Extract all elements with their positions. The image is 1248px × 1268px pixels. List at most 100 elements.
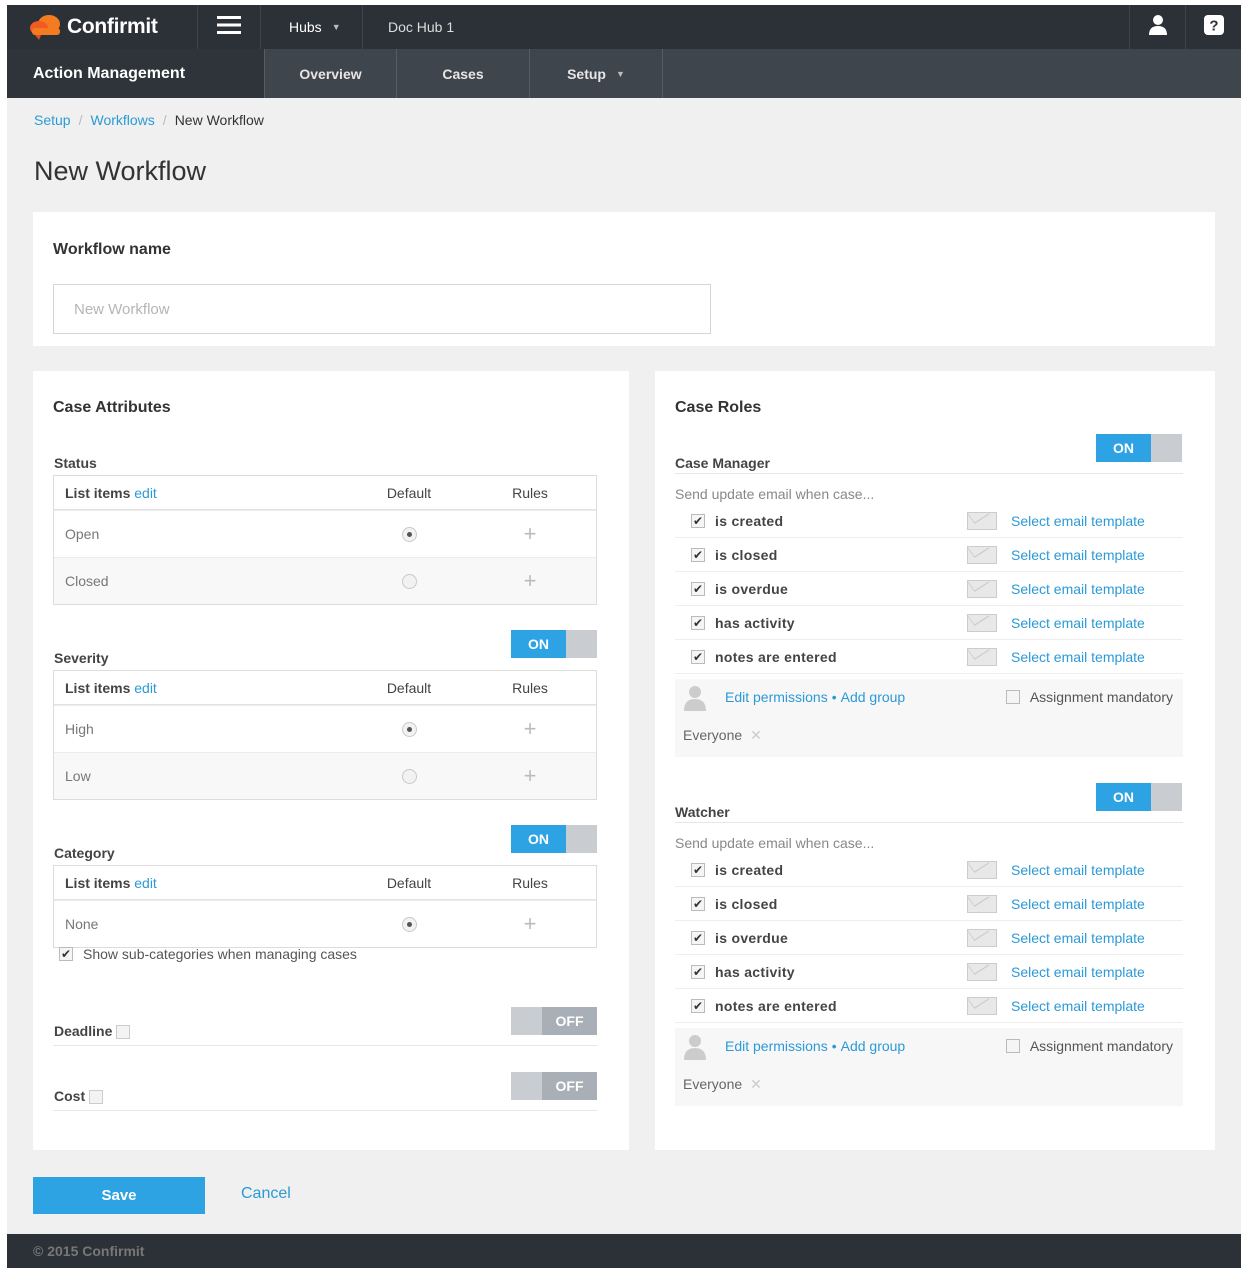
permission-links: Edit permissions • Add group: [725, 1038, 905, 1054]
toggle-state: ON: [511, 630, 566, 658]
default-radio[interactable]: [401, 526, 417, 542]
event-checkbox[interactable]: ✔: [691, 862, 705, 877]
module-title[interactable]: Action Management: [7, 49, 264, 98]
subcategories-label: Show sub-categories when managing cases: [83, 946, 357, 962]
table-row: Open +: [54, 510, 596, 557]
event-checkbox[interactable]: ✔: [691, 930, 705, 945]
edit-list-link[interactable]: edit: [134, 680, 157, 696]
severity-table: List items edit Default Rules High + Low…: [53, 670, 597, 800]
severity-name: Low: [65, 768, 91, 784]
list-item: ✔ is created Select email template: [675, 504, 1183, 538]
help-icon: ?: [1203, 14, 1224, 40]
select-email-template-link[interactable]: Select email template: [1011, 896, 1145, 912]
info-icon[interactable]: [116, 1025, 131, 1040]
event-label: is overdue: [715, 580, 789, 597]
menu-button[interactable]: [197, 5, 261, 49]
select-email-template-link[interactable]: Select email template: [1011, 998, 1145, 1014]
tab-setup[interactable]: Setup ▼: [530, 49, 663, 98]
breadcrumb-workflows[interactable]: Workflows: [90, 112, 154, 128]
select-email-template-link[interactable]: Select email template: [1011, 513, 1145, 529]
default-radio[interactable]: [401, 916, 417, 932]
tab-cases[interactable]: Cases: [397, 49, 530, 98]
default-radio[interactable]: [401, 721, 417, 737]
add-group-link[interactable]: Add group: [841, 1038, 906, 1054]
case-roles-card: Case Roles Case Manager ON Send update e…: [655, 371, 1215, 1150]
save-button[interactable]: Save: [33, 1177, 205, 1214]
toggle-state: ON: [1096, 434, 1151, 462]
event-checkbox[interactable]: ✔: [691, 581, 705, 596]
breadcrumb-setup[interactable]: Setup: [34, 112, 71, 128]
status-name: Open: [65, 526, 100, 542]
edit-permissions-link[interactable]: Edit permissions: [725, 689, 828, 705]
bullet-separator: •: [831, 689, 837, 705]
default-radio[interactable]: [401, 768, 417, 784]
edit-list-link[interactable]: edit: [134, 485, 157, 501]
hubs-dropdown[interactable]: Hubs ▼: [261, 5, 363, 49]
severity-toggle[interactable]: ON: [511, 630, 597, 658]
hamburger-icon: [217, 15, 241, 39]
caret-down-icon: ▼: [331, 22, 341, 32]
edit-list-link[interactable]: edit: [134, 875, 157, 891]
help-button[interactable]: ?: [1185, 5, 1241, 49]
watcher-permissions: Edit permissions • Add group Assignment ma…: [675, 1028, 1183, 1106]
select-email-template-link[interactable]: Select email template: [1011, 615, 1145, 631]
edit-permissions-link[interactable]: Edit permissions: [725, 1038, 828, 1054]
event-checkbox[interactable]: ✔: [691, 998, 705, 1013]
category-toggle[interactable]: ON: [511, 825, 597, 853]
category-table: List items edit Default Rules None +: [53, 865, 597, 948]
default-radio[interactable]: [401, 573, 417, 589]
case-manager-permissions: Edit permissions • Add group Assignment ma…: [675, 679, 1183, 757]
add-rule-plus-icon[interactable]: +: [524, 911, 537, 937]
everyone-label: Everyone: [683, 727, 743, 743]
workflow-name-input[interactable]: [53, 284, 711, 334]
envelope-icon: [967, 545, 997, 564]
add-rule-plus-icon[interactable]: +: [524, 521, 537, 547]
event-checkbox[interactable]: ✔: [691, 513, 705, 528]
remove-icon[interactable]: ✕: [750, 1076, 762, 1092]
envelope-icon: [967, 928, 997, 947]
current-hub-name: Doc Hub 1: [388, 19, 455, 35]
event-checkbox[interactable]: ✔: [691, 649, 705, 664]
assignment-mandatory-checkbox[interactable]: [1005, 1039, 1020, 1053]
divider: [675, 473, 1183, 474]
event-checkbox[interactable]: ✔: [691, 615, 705, 630]
select-email-template-link[interactable]: Select email template: [1011, 649, 1145, 665]
add-rule-plus-icon[interactable]: +: [524, 568, 537, 594]
assignment-mandatory-checkbox[interactable]: [1005, 690, 1020, 704]
role-name: Case Manager: [675, 455, 770, 471]
list-item: ✔ is overdue Select email template: [675, 921, 1183, 955]
event-checkbox[interactable]: ✔: [691, 547, 705, 562]
brand-name: Confirmit: [67, 15, 158, 38]
brand-logo[interactable]: Confirmit: [29, 13, 158, 41]
event-checkbox[interactable]: ✔: [691, 896, 705, 911]
select-email-template-link[interactable]: Select email template: [1011, 964, 1145, 980]
user-button[interactable]: [1129, 5, 1185, 49]
add-group-link[interactable]: Add group: [841, 689, 906, 705]
rules-header: Rules: [512, 679, 548, 696]
assignment-mandatory-option[interactable]: Assignment mandatory: [1005, 689, 1173, 705]
subcategories-option[interactable]: ✔ Show sub-categories when managing case…: [59, 946, 357, 962]
select-email-template-link[interactable]: Select email template: [1011, 547, 1145, 563]
send-update-label: Send update email when case...: [675, 835, 875, 851]
watcher-toggle[interactable]: ON: [1096, 783, 1182, 811]
event-label: has activity: [715, 614, 795, 631]
deadline-toggle[interactable]: OFF: [511, 1007, 597, 1035]
select-email-template-link[interactable]: Select email template: [1011, 581, 1145, 597]
breadcrumb: Setup / Workflows / New Workflow: [34, 112, 264, 128]
info-icon[interactable]: [89, 1090, 104, 1105]
subcategories-checkbox[interactable]: ✔: [59, 947, 73, 961]
cancel-link[interactable]: Cancel: [241, 1185, 291, 1203]
case-manager-toggle[interactable]: ON: [1096, 434, 1182, 462]
cost-toggle[interactable]: OFF: [511, 1072, 597, 1100]
event-checkbox[interactable]: ✔: [691, 964, 705, 979]
tab-overview[interactable]: Overview: [264, 49, 397, 98]
list-item: ✔ has activity Select email template: [675, 606, 1183, 640]
divider: [53, 1110, 597, 1111]
hubs-label: Hubs: [289, 19, 322, 35]
remove-icon[interactable]: ✕: [750, 727, 762, 743]
select-email-template-link[interactable]: Select email template: [1011, 930, 1145, 946]
add-rule-plus-icon[interactable]: +: [524, 716, 537, 742]
assignment-mandatory-option[interactable]: Assignment mandatory: [1005, 1038, 1173, 1054]
add-rule-plus-icon[interactable]: +: [524, 763, 537, 789]
select-email-template-link[interactable]: Select email template: [1011, 862, 1145, 878]
